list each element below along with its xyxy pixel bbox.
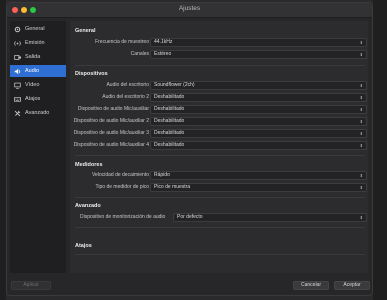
- monitoring-device-label: Dispositivo de monitorización de audio: [80, 214, 166, 220]
- channels-label: Canales: [130, 51, 149, 57]
- desktop-audio-2-select[interactable]: Deshabilitado ⬍: [150, 93, 367, 102]
- settings-sidebar: General Emisión Salida Audio Vídeo Atajo…: [10, 21, 66, 273]
- sidebar-item-advanced[interactable]: Avanzado: [10, 107, 66, 119]
- decay-rate-select[interactable]: Rápido ⬍: [150, 171, 367, 180]
- chevron-updown-icon: ⬍: [359, 131, 363, 136]
- desktop-audio-label: Audio del escritorio: [106, 82, 149, 88]
- accept-button[interactable]: Aceptar: [334, 281, 370, 290]
- sidebar-item-video[interactable]: Vídeo: [10, 79, 66, 91]
- background-right: [373, 0, 387, 300]
- window-title: Ajustes: [178, 5, 201, 12]
- sidebar-item-hotkeys[interactable]: Atajos: [10, 93, 66, 105]
- settings-window: Ajustes General Emisión Salida Audio Víd…: [6, 2, 373, 296]
- section-hotkeys-header: Atajos: [75, 243, 92, 249]
- mic-aux-4-row: Dispositivo de audio Mic/auxiliar 4 Desh…: [70, 141, 367, 151]
- channels-row: Canales Estéreo ⬍: [70, 50, 367, 60]
- mic-aux-2-select[interactable]: Deshabilitado ⬍: [150, 117, 367, 126]
- settings-content: General Frecuencia de muestreo 44.1kHz ⬍ …: [70, 21, 368, 273]
- desktop-audio-2-value: Deshabilitado: [154, 94, 185, 100]
- monitoring-device-select[interactable]: Por defecto ⬍: [173, 213, 367, 222]
- broadcast-icon: [14, 40, 21, 47]
- channels-select[interactable]: Estéreo ⬍: [150, 50, 367, 59]
- cancel-button[interactable]: Cancelar: [293, 281, 329, 290]
- mic-aux-value: Deshabilitado: [154, 106, 185, 112]
- mic-aux-4-label: Dispositivo de audio Mic/auxiliar 4: [73, 142, 149, 148]
- section-general-header: General: [75, 28, 96, 34]
- sidebar-item-audio[interactable]: Audio: [10, 65, 66, 77]
- mic-aux-select[interactable]: Deshabilitado ⬍: [150, 105, 367, 114]
- sidebar-item-label: Salida: [25, 54, 41, 60]
- chevron-updown-icon: ⬍: [359, 40, 363, 45]
- sidebar-item-label: Emisión: [25, 40, 45, 46]
- section-meters-header: Medidores: [75, 162, 103, 168]
- sidebar-item-label: Atajos: [25, 96, 41, 102]
- keyboard-icon: [14, 96, 21, 103]
- sample-rate-value: 44.1kHz: [154, 39, 173, 45]
- chevron-updown-icon: ⬍: [359, 83, 363, 88]
- sample-rate-label: Frecuencia de muestreo: [95, 39, 149, 45]
- sidebar-item-label: Audio: [25, 68, 40, 74]
- divider: [75, 155, 365, 156]
- decay-rate-label: Velocidad de decaimiento: [92, 172, 149, 178]
- chevron-updown-icon: ⬍: [359, 95, 363, 100]
- chevron-updown-icon: ⬍: [359, 143, 363, 148]
- divider: [75, 197, 365, 198]
- peak-meter-select[interactable]: Pico de muestra ⬍: [150, 183, 367, 192]
- section-advanced-header: Avanzado: [75, 203, 101, 209]
- divider: [75, 227, 365, 228]
- mic-aux-2-row: Dispositivo de audio Mic/auxiliar 2 Desh…: [70, 117, 367, 127]
- section-devices-header: Dispositivos: [75, 71, 108, 77]
- chevron-updown-icon: ⬍: [359, 185, 363, 190]
- sidebar-item-stream[interactable]: Emisión: [10, 37, 66, 49]
- gear-icon: [14, 26, 21, 33]
- peak-meter-value: Pico de muestra: [154, 184, 191, 190]
- mic-aux-row: Dispositivo de audio Mic/auxiliar Deshab…: [70, 105, 367, 115]
- mic-aux-2-label: Dispositivo de audio Mic/auxiliar 2: [73, 118, 149, 124]
- monitor-icon: [14, 82, 21, 89]
- sidebar-item-general[interactable]: General: [10, 23, 66, 35]
- mic-aux-3-row: Dispositivo de audio Mic/auxiliar 3 Desh…: [70, 129, 367, 139]
- title-bar: Ajustes: [7, 3, 372, 18]
- desktop-audio-select[interactable]: Soundflower (2ch) ⬍: [150, 81, 367, 90]
- sidebar-item-label: Vídeo: [25, 82, 40, 88]
- chevron-updown-icon: ⬍: [359, 173, 363, 178]
- desktop-audio-row: Audio del escritorio Soundflower (2ch) ⬍: [70, 81, 367, 91]
- output-icon: [14, 54, 21, 61]
- desktop-audio-2-row: Audio del escritorio 2 Deshabilitado ⬍: [70, 93, 367, 103]
- decay-rate-value: Rápido: [154, 172, 170, 178]
- sidebar-item-label: General: [25, 26, 45, 32]
- sample-rate-row: Frecuencia de muestreo 44.1kHz ⬍: [70, 38, 367, 48]
- mic-aux-3-value: Deshabilitado: [154, 130, 185, 136]
- mic-aux-label: Dispositivo de audio Mic/auxiliar: [77, 106, 149, 112]
- monitoring-device-value: Por defecto: [177, 214, 203, 220]
- apply-disabled-button[interactable]: Aplicar: [11, 281, 51, 290]
- mic-aux-2-value: Deshabilitado: [154, 118, 185, 124]
- divider: [75, 65, 365, 66]
- chevron-updown-icon: ⬍: [359, 119, 363, 124]
- mic-aux-3-label: Dispositivo de audio Mic/auxiliar 3: [73, 130, 149, 136]
- chevron-updown-icon: ⬍: [359, 52, 363, 57]
- mic-aux-3-select[interactable]: Deshabilitado ⬍: [150, 129, 367, 138]
- mic-aux-4-select[interactable]: Deshabilitado ⬍: [150, 141, 367, 150]
- mic-aux-4-value: Deshabilitado: [154, 142, 185, 148]
- decay-rate-row: Velocidad de decaimiento Rápido ⬍: [70, 171, 367, 181]
- chevron-updown-icon: ⬍: [359, 107, 363, 112]
- peak-meter-label: Tipo de medidor de pico: [95, 184, 149, 190]
- desktop-audio-2-label: Audio del escritorio 2: [102, 94, 149, 100]
- channels-value: Estéreo: [154, 51, 172, 57]
- sidebar-item-output[interactable]: Salida: [10, 51, 66, 63]
- divider: [75, 254, 365, 255]
- desktop-audio-value: Soundflower (2ch): [154, 82, 195, 88]
- speaker-icon: [14, 68, 21, 75]
- sample-rate-select[interactable]: 44.1kHz ⬍: [150, 38, 367, 47]
- peak-meter-row: Tipo de medidor de pico Pico de muestra ⬍: [70, 183, 367, 193]
- tools-icon: [14, 110, 21, 117]
- chevron-updown-icon: ⬍: [359, 215, 363, 220]
- sidebar-item-label: Avanzado: [25, 110, 50, 116]
